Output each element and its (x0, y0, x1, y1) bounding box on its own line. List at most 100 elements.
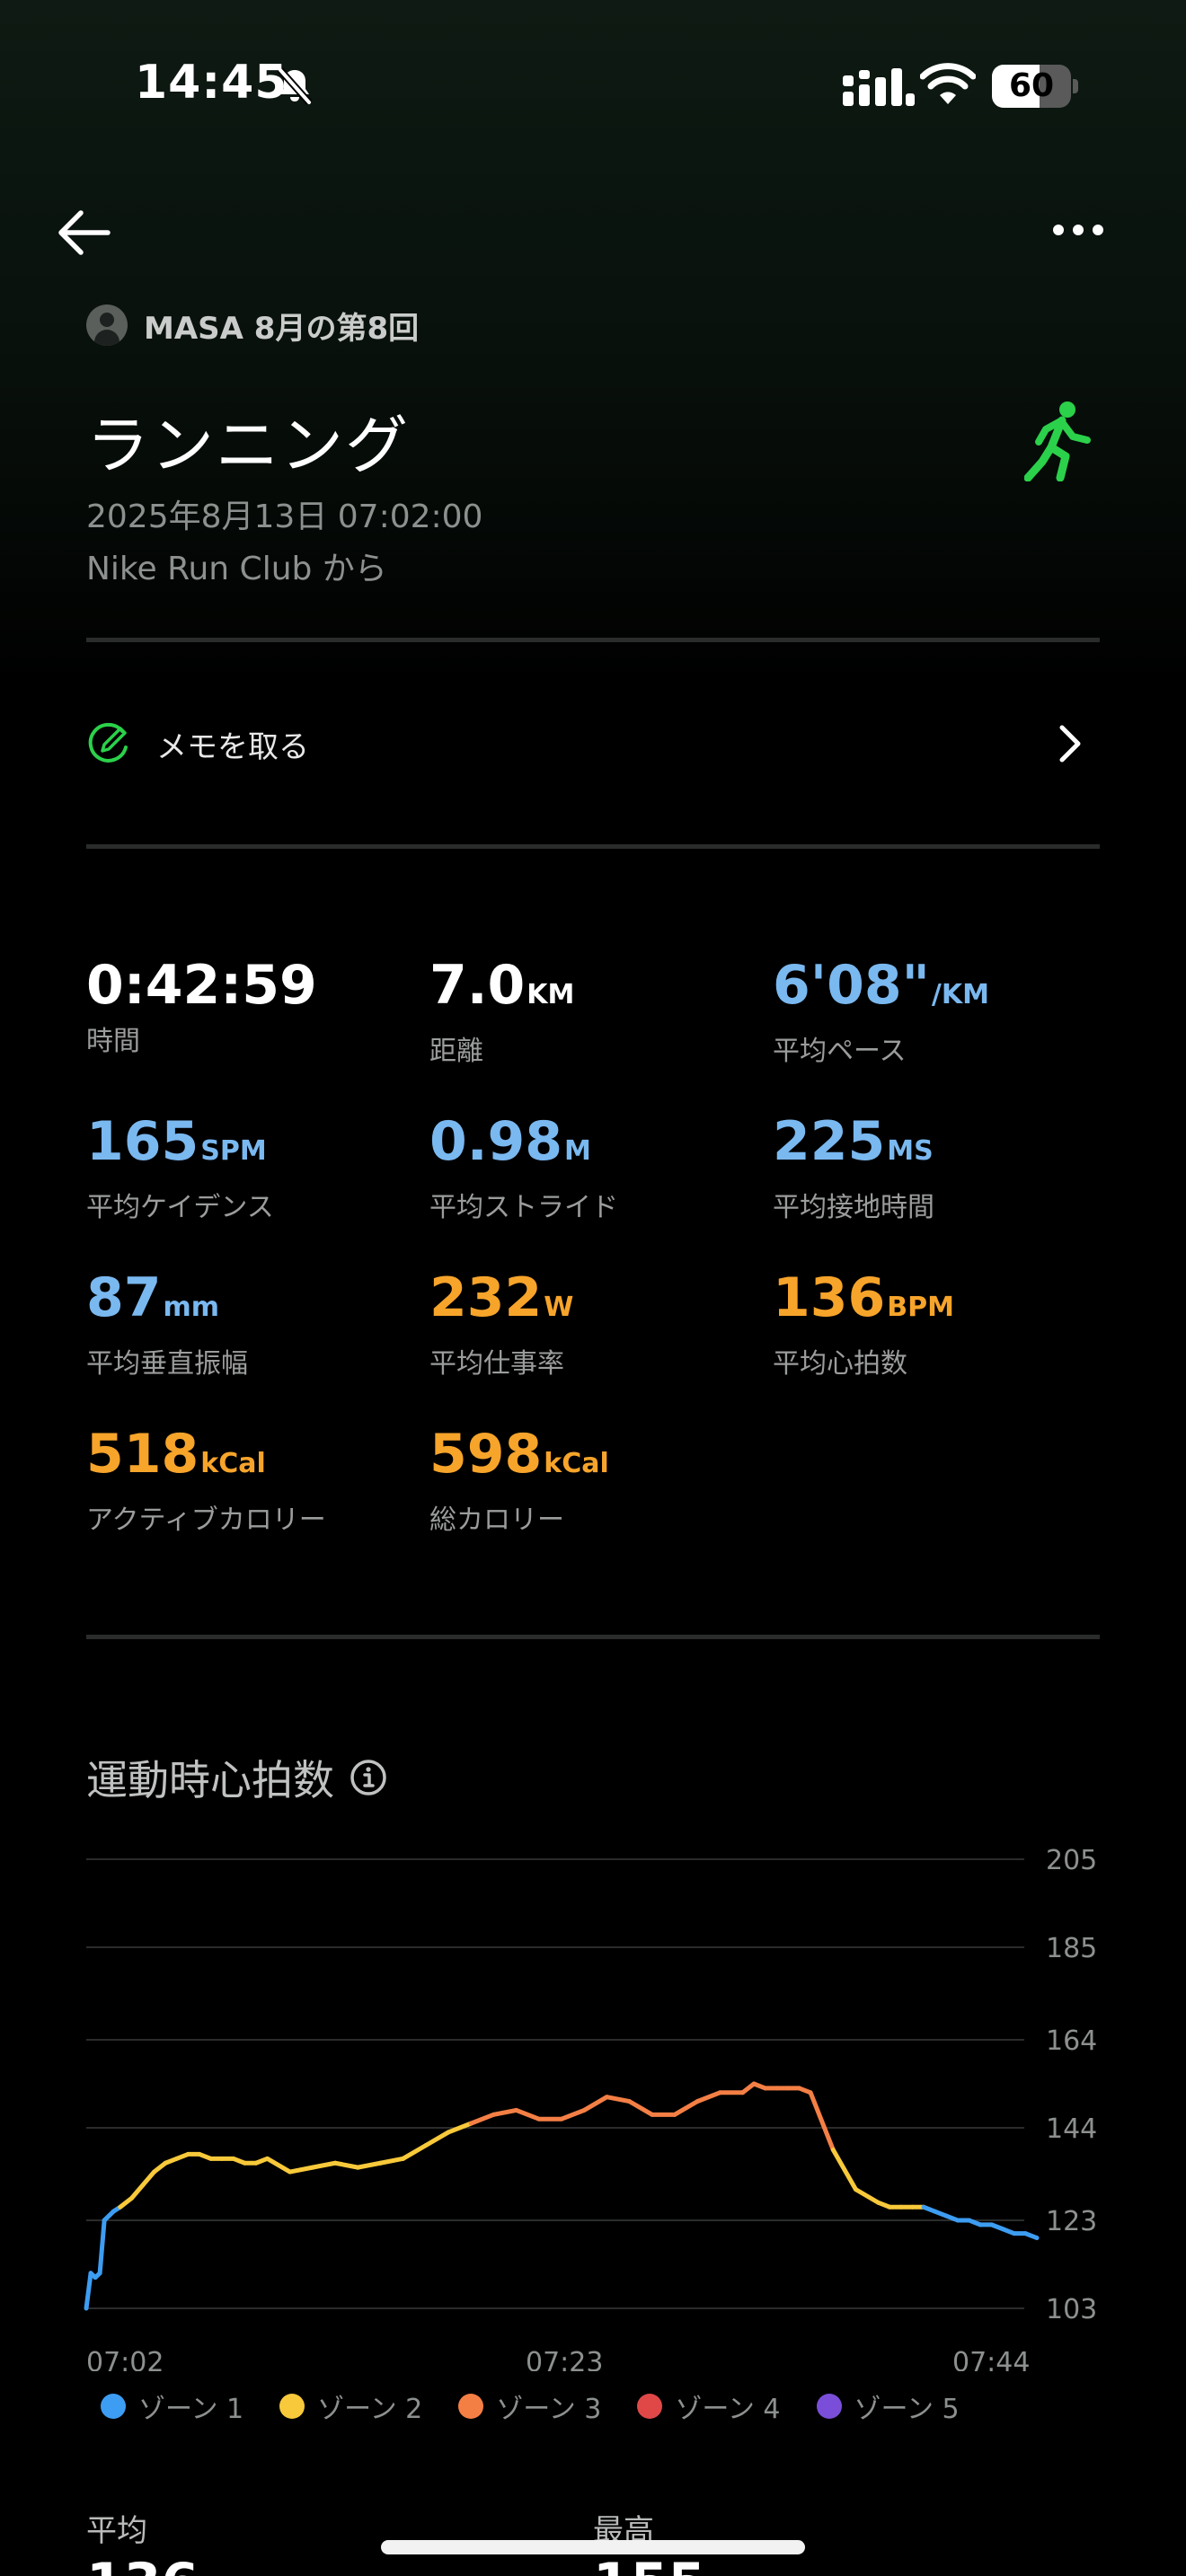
heart-rate-title: 運動時心拍数 (86, 1756, 334, 1804)
heart-rate-line-segment (514, 2107, 542, 2122)
metric-item: 598kCal 総カロリー (429, 1423, 609, 1537)
take-memo-button[interactable]: メモを取る (86, 710, 1100, 778)
metric-item: 0.98M 平均ストライド (429, 1110, 618, 1224)
chevron-right-icon (1059, 725, 1081, 763)
status-time: 14:45 (135, 56, 288, 110)
heart-rate-line-segment (581, 2095, 609, 2113)
metric-unit: MS (887, 1135, 934, 1167)
metric-label: 平均ペース (773, 1036, 907, 1067)
metric-unit: W (544, 1292, 574, 1323)
metric-number: 165 (86, 1110, 199, 1173)
metric-label: 平均垂直振幅 (86, 1348, 248, 1380)
heart-rate-line-segment (491, 2107, 519, 2117)
y-tick-label: 164 (1046, 2025, 1097, 2057)
metric-value: 518kCal (86, 1423, 326, 1495)
metric-number: 6'08" (773, 954, 930, 1017)
metric-number: 0.98 (429, 1110, 563, 1173)
metric-label: 平均心拍数 (773, 1348, 907, 1380)
legend-item: ゾーン 1 (101, 2386, 243, 2426)
metric-number: 0:42:59 (86, 954, 317, 1017)
back-arrow-icon[interactable] (54, 203, 113, 262)
metric-value: 598kCal (429, 1423, 609, 1495)
y-tick-label: 205 (1046, 1845, 1097, 1876)
heart-rate-line-segment (140, 2169, 157, 2188)
metric-unit: /KM (931, 979, 989, 1010)
metric-label: アクティブカロリー (86, 1504, 326, 1536)
heart-rate-line-segment (310, 2160, 338, 2170)
divider (86, 844, 1100, 849)
metric-value: 6'08"/KM (773, 954, 989, 1027)
y-tick-label: 123 (1046, 2206, 1097, 2237)
page-title: ランニング (86, 409, 410, 482)
x-tick-label: 07:23 (526, 2347, 603, 2371)
metric-item: 165SPM 平均ケイデンス (86, 1110, 274, 1224)
home-indicator[interactable] (381, 2540, 805, 2554)
legend-item: ゾーン 5 (816, 2386, 960, 2426)
legend-label: ゾーン 2 (317, 2394, 423, 2425)
legend-dot (101, 2394, 126, 2419)
memo-edit-icon (88, 722, 128, 763)
info-icon[interactable] (349, 1758, 388, 1797)
legend-item: ゾーン 4 (637, 2386, 781, 2426)
metric-number: 232 (429, 1266, 543, 1329)
metric-label: 平均接地時間 (773, 1192, 934, 1223)
metric-value: 7.0KM (429, 954, 574, 1027)
legend-dot (458, 2394, 484, 2419)
legend-label: ゾーン 5 (854, 2394, 960, 2425)
metric-value: 87mm (86, 1266, 248, 1339)
metric-unit: kCal (200, 1448, 266, 1479)
legend-dot (279, 2394, 305, 2419)
avg-heart-rate-label: 平均 (86, 2513, 147, 2549)
x-tick-label: 07:02 (86, 2347, 164, 2371)
divider (86, 1635, 1100, 1639)
metric-item: 0:42:59 時間 (86, 954, 317, 1058)
metric-number: 87 (86, 1266, 162, 1329)
metric-unit: KM (527, 979, 575, 1010)
legend-label: ゾーン 4 (675, 2394, 781, 2425)
heart-rate-line-segment (332, 2160, 360, 2170)
divider (86, 638, 1100, 642)
heart-rate-line-segment (128, 2183, 146, 2201)
heart-rate-line-segment (627, 2099, 655, 2117)
metric-label: 総カロリー (429, 1504, 564, 1536)
legend-dot (816, 2394, 842, 2419)
metric-label: 距離 (429, 1036, 483, 1067)
metric-value: 136BPM (773, 1266, 954, 1339)
legend-item: ゾーン 2 (279, 2386, 422, 2426)
legend-label: ゾーン 3 (496, 2394, 602, 2425)
avatar (86, 304, 128, 346)
battery-level-text: 60 (1008, 67, 1055, 104)
metric-unit: kCal (544, 1448, 609, 1479)
avg-heart-rate-value: 136 (86, 2556, 199, 2576)
metric-value: 0:42:59 (86, 954, 317, 1017)
y-tick-label: 144 (1046, 2113, 1097, 2145)
metric-label: 平均仕事率 (429, 1348, 564, 1380)
heart-rate-line-segment (355, 2160, 383, 2170)
metric-item: 136BPM 平均心拍数 (773, 1266, 954, 1381)
heart-rate-line-segment (401, 2143, 429, 2161)
heart-rate-line-segment (423, 2130, 451, 2148)
y-tick-label: 103 (1046, 2294, 1097, 2325)
heart-rate-section-title: 運動時心拍数 (86, 1748, 388, 1807)
y-tick-label: 185 (1046, 1933, 1097, 1964)
metric-item: 232W 平均仕事率 (429, 1266, 573, 1381)
metric-label: 平均ストライド (429, 1192, 618, 1223)
heart-rate-line-segment (559, 2107, 587, 2122)
heart-rate-line-segment (97, 2218, 107, 2276)
metric-item: 87mm 平均垂直振幅 (86, 1266, 248, 1381)
heart-rate-line-segment (377, 2156, 406, 2166)
metric-item: 7.0KM 距離 (429, 954, 574, 1068)
metric-number: 136 (773, 1266, 886, 1329)
wifi-icon (920, 63, 976, 104)
running-person-icon (1024, 401, 1091, 481)
metric-number: 518 (86, 1423, 199, 1486)
metric-value: 165SPM (86, 1110, 274, 1183)
legend-item: ゾーン 3 (458, 2386, 601, 2426)
bell-muted-icon (278, 67, 312, 105)
more-options-icon[interactable] (1049, 212, 1107, 248)
metric-value: 0.98M (429, 1110, 618, 1183)
heart-rate-line-segment (695, 2090, 722, 2104)
zone-legend: ゾーン 1 ゾーン 2 ゾーン 3 ゾーン 4 ゾーン 5 (101, 2386, 996, 2426)
metric-item: 518kCal アクティブカロリー (86, 1423, 326, 1537)
heart-rate-line-segment (672, 2099, 700, 2117)
